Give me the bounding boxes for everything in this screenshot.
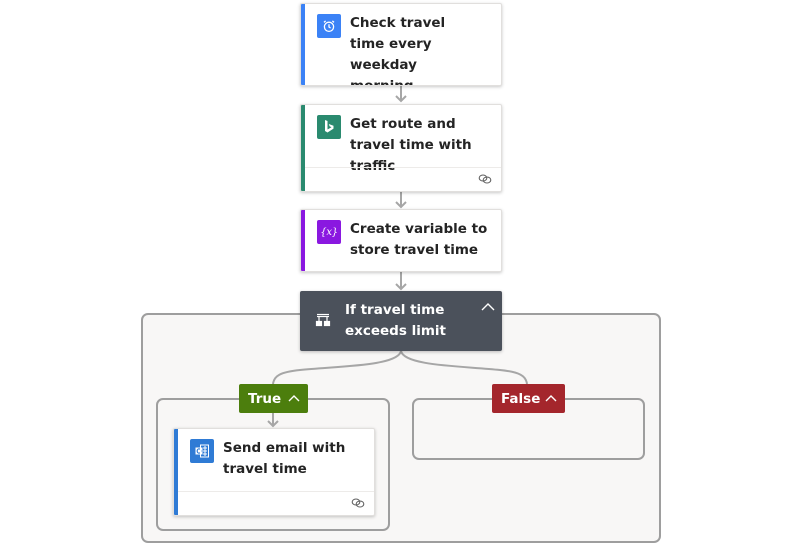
trigger-card[interactable]: Check travel time every weekday morning	[300, 3, 502, 86]
card-accent	[301, 210, 305, 271]
create-variable-card[interactable]: {x} Create variable to store travel time	[300, 209, 502, 272]
step-title: Create variable to store travel time	[350, 221, 488, 258]
arrowhead-3	[395, 283, 407, 291]
card-accent	[301, 4, 305, 85]
true-label-text: True	[248, 390, 282, 407]
condition-title: If travel time exceeds limit	[345, 302, 446, 339]
step-title: Check travel time every weekday morning	[350, 15, 446, 86]
variable-icon: {x}	[317, 220, 341, 244]
arrowhead-1	[395, 95, 407, 103]
chevron-up-icon[interactable]	[287, 393, 301, 403]
arrowhead-2	[395, 201, 407, 209]
variable-icon-glyph: {x}	[320, 226, 338, 238]
card-footer	[305, 167, 501, 191]
chevron-up-icon[interactable]	[544, 393, 558, 403]
condition-icon	[315, 313, 331, 327]
link-icon[interactable]	[478, 173, 492, 185]
get-route-card[interactable]: Get route and travel time with traffic	[300, 104, 502, 192]
true-branch-label[interactable]: True	[239, 384, 308, 413]
chevron-up-icon[interactable]	[480, 301, 496, 313]
condition-card[interactable]: If travel time exceeds limit	[300, 291, 502, 351]
outlook-icon	[190, 439, 214, 463]
link-icon[interactable]	[351, 497, 365, 509]
step-title: Send email with travel time	[223, 440, 346, 477]
false-label-text: False	[501, 390, 541, 407]
bing-maps-icon	[317, 115, 341, 139]
alarm-clock-icon	[317, 14, 341, 38]
send-email-card[interactable]: Send email with travel time	[173, 428, 375, 516]
false-branch-label[interactable]: False	[492, 384, 565, 413]
card-footer	[178, 491, 374, 515]
